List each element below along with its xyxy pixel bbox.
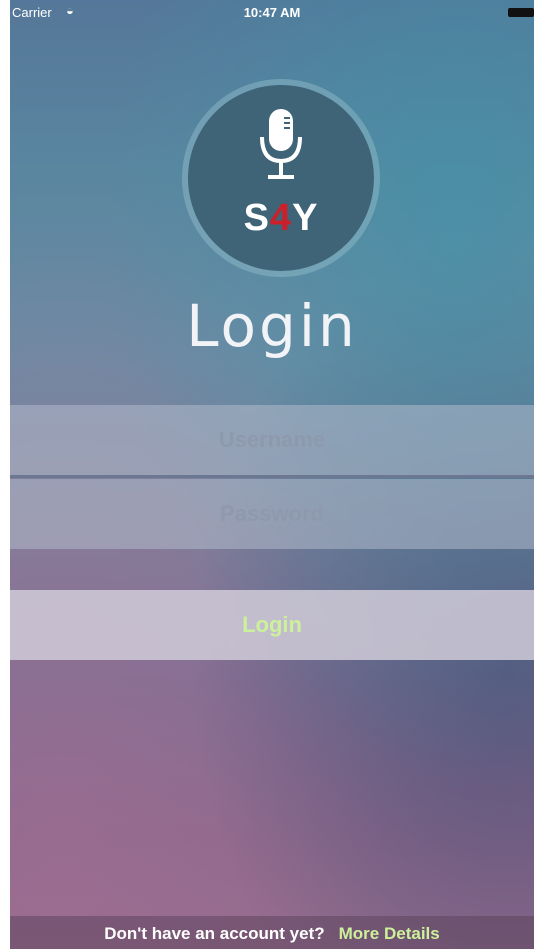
login-button[interactable]: Login xyxy=(10,590,534,660)
password-field[interactable] xyxy=(10,479,534,549)
brand-prefix: S xyxy=(243,197,270,239)
brand-wordmark: S4Y xyxy=(188,197,374,240)
microphone-icon xyxy=(260,109,302,179)
field-divider xyxy=(10,475,534,478)
brand-suffix: Y xyxy=(292,197,319,239)
status-time: 10:47 AM xyxy=(243,5,301,20)
app-logo: S4Y xyxy=(188,85,374,271)
brand-digit: 4 xyxy=(269,197,293,239)
more-details-link[interactable]: More Details xyxy=(339,924,440,943)
page-title: Login xyxy=(186,292,358,360)
battery-icon xyxy=(508,8,534,17)
status-bar: Carrier ◒ 10:47 AM xyxy=(10,0,534,24)
footer-question: Don't have an account yet? xyxy=(104,924,325,943)
username-field[interactable] xyxy=(10,405,534,475)
app-screen: Carrier ◒ 10:47 AM S4Y Login Login Don't… xyxy=(10,0,534,949)
signup-footer: Don't have an account yet? More Details xyxy=(10,916,534,949)
